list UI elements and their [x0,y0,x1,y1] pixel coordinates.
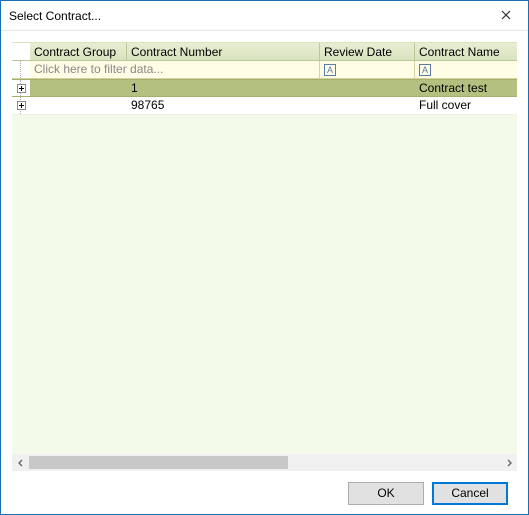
cell-contract-number: 1 [127,80,320,96]
col-header-contract-group[interactable]: Contract Group [30,43,127,60]
grid-filter-row[interactable]: Click here to filter data... A A [12,61,518,79]
cell-contract-group [30,80,127,96]
cell-contract-name: Contract test [415,80,518,96]
table-row[interactable]: 1 Contract test [12,79,518,97]
cell-review-date [320,80,415,96]
table-row[interactable]: 98765 Full cover [12,97,518,115]
client-area: Contract Group Contract Number Review Da… [1,31,528,514]
close-icon [501,9,511,23]
ok-button[interactable]: OK [348,482,424,505]
window-title: Select Contract... [1,9,483,23]
scroll-left-button[interactable] [12,454,29,471]
col-header-contract-number[interactable]: Contract Number [127,43,320,60]
filter-icon: A [419,64,431,76]
expand-header-spacer [12,43,30,60]
expand-button[interactable] [17,101,26,110]
titlebar: Select Contract... [1,1,528,31]
col-header-review-date[interactable]: Review Date [320,43,415,60]
scroll-thumb[interactable] [29,456,288,469]
cell-contract-name: Full cover [415,97,518,114]
expand-button[interactable] [17,84,26,93]
contracts-grid[interactable]: Contract Group Contract Number Review Da… [12,42,518,115]
cell-contract-group [30,97,127,114]
filter-input[interactable]: Click here to filter data... [30,61,320,78]
chevron-left-icon [17,456,25,470]
scroll-track[interactable] [29,454,500,471]
filter-contract-name[interactable]: A [415,61,518,78]
grid-viewport: Contract Group Contract Number Review Da… [11,41,518,472]
scroll-right-button[interactable] [500,454,517,471]
horizontal-scrollbar[interactable] [12,454,517,471]
cancel-button[interactable]: Cancel [432,482,508,505]
col-header-contract-name[interactable]: Contract Name [415,43,518,60]
cell-review-date [320,97,415,114]
dialog-window: Select Contract... Contract Group Contra… [0,0,529,515]
filter-icon: A [324,64,336,76]
expand-filter-spacer [12,61,30,78]
filter-review-date[interactable]: A [320,61,415,78]
close-button[interactable] [483,1,528,30]
expand-cell [12,97,30,114]
dialog-button-bar: OK Cancel [11,472,518,514]
grid-header-row: Contract Group Contract Number Review Da… [12,42,518,61]
chevron-right-icon [505,456,513,470]
expand-cell [12,80,30,96]
cell-contract-number: 98765 [127,97,320,114]
